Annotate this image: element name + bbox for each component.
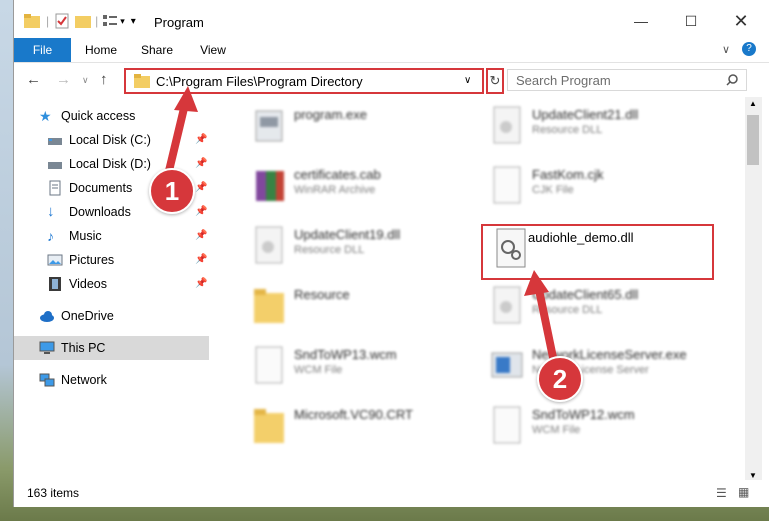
annotation-arrows (164, 86, 560, 373)
arrow-1 (164, 99, 190, 176)
arrow-2-head (524, 270, 549, 296)
callout-1: 1 (149, 168, 195, 214)
arrow-1-head (174, 86, 198, 112)
callout-2: 2 (537, 356, 583, 402)
